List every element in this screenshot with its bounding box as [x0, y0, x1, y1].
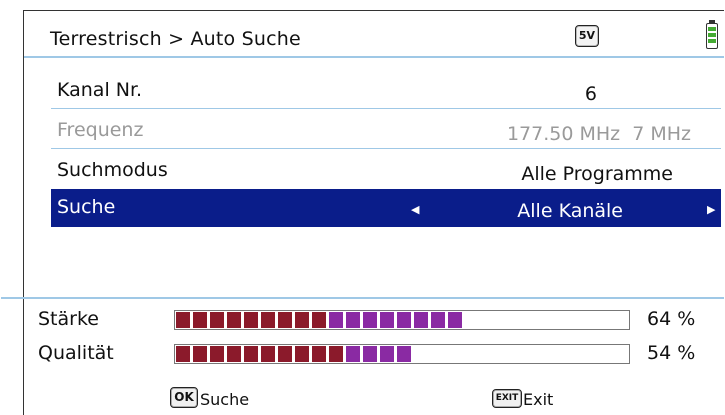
exit-label[interactable]: Exit — [523, 390, 553, 409]
search-row-selected[interactable]: Suche ◀ Alle Kanäle ▶ — [51, 189, 721, 227]
row-label: Suche — [57, 196, 116, 218]
meter-segment — [210, 312, 224, 328]
meter-segment — [363, 312, 377, 328]
antenna-power-5v-icon: 5V — [575, 25, 599, 47]
meter-segment — [244, 346, 258, 362]
ok-search-label[interactable]: Suche — [200, 390, 249, 409]
meter-segment — [176, 312, 190, 328]
channel-number-row[interactable]: Kanal Nr. 6 — [51, 73, 721, 109]
meter-segment — [278, 312, 292, 328]
meter-segment — [397, 312, 411, 328]
meter-segment — [329, 312, 343, 328]
meter-segment — [329, 346, 343, 362]
arrow-left-icon[interactable]: ◀ — [411, 203, 419, 216]
meter-segment — [193, 346, 207, 362]
strength-meter — [174, 310, 630, 330]
meter-segment — [346, 312, 360, 328]
quality-meter — [174, 344, 630, 364]
meter-segment — [295, 346, 309, 362]
battery-icon — [706, 20, 718, 49]
frequency-row: Frequenz 177.50 MHz 7 MHz — [51, 113, 721, 149]
meter-segment — [261, 312, 275, 328]
meter-segment — [244, 312, 258, 328]
header-divider — [24, 56, 724, 58]
strength-percent: 64 % — [647, 308, 696, 330]
meter-segment — [431, 312, 445, 328]
page-title: Terrestrisch > Auto Suche — [50, 28, 301, 50]
row-label: Frequenz — [57, 119, 144, 141]
meter-segment — [295, 312, 309, 328]
meter-segment — [227, 312, 241, 328]
meter-segment — [278, 346, 292, 362]
meter-segment — [448, 312, 462, 328]
meter-segment — [312, 312, 326, 328]
row-value: Alle Kanäle — [517, 200, 623, 222]
row-value: 6 — [584, 83, 597, 105]
meter-segment — [397, 346, 411, 362]
row-label: Suchmodus — [57, 159, 168, 181]
ok-key-icon[interactable]: OK — [170, 387, 198, 408]
meter-divider — [1, 297, 724, 299]
meter-segment — [380, 346, 394, 362]
meter-segment — [193, 312, 207, 328]
meter-segment — [227, 346, 241, 362]
row-value: 177.50 MHz 7 MHz — [506, 123, 691, 145]
search-mode-row[interactable]: Suchmodus Alle Programme — [51, 153, 721, 189]
header-bar: Terrestrisch > Auto Suche 5V — [24, 11, 724, 57]
row-value: Alle Programme — [521, 163, 673, 185]
arrow-right-icon[interactable]: ▶ — [707, 203, 715, 216]
meter-segment — [210, 346, 224, 362]
meter-segment — [261, 346, 275, 362]
meter-segment — [380, 312, 394, 328]
quality-percent: 54 % — [647, 342, 696, 364]
quality-label: Qualität — [38, 342, 114, 364]
strength-label: Stärke — [38, 308, 99, 330]
meter-segment — [176, 346, 190, 362]
meter-segment — [363, 346, 377, 362]
exit-key-icon[interactable]: EXIT — [492, 389, 522, 408]
screen-frame: Terrestrisch > Auto Suche 5V Kanal Nr. 6… — [1, 10, 724, 415]
meter-segment — [312, 346, 326, 362]
row-label: Kanal Nr. — [57, 79, 143, 101]
meter-segment — [414, 312, 428, 328]
meter-segment — [346, 346, 360, 362]
